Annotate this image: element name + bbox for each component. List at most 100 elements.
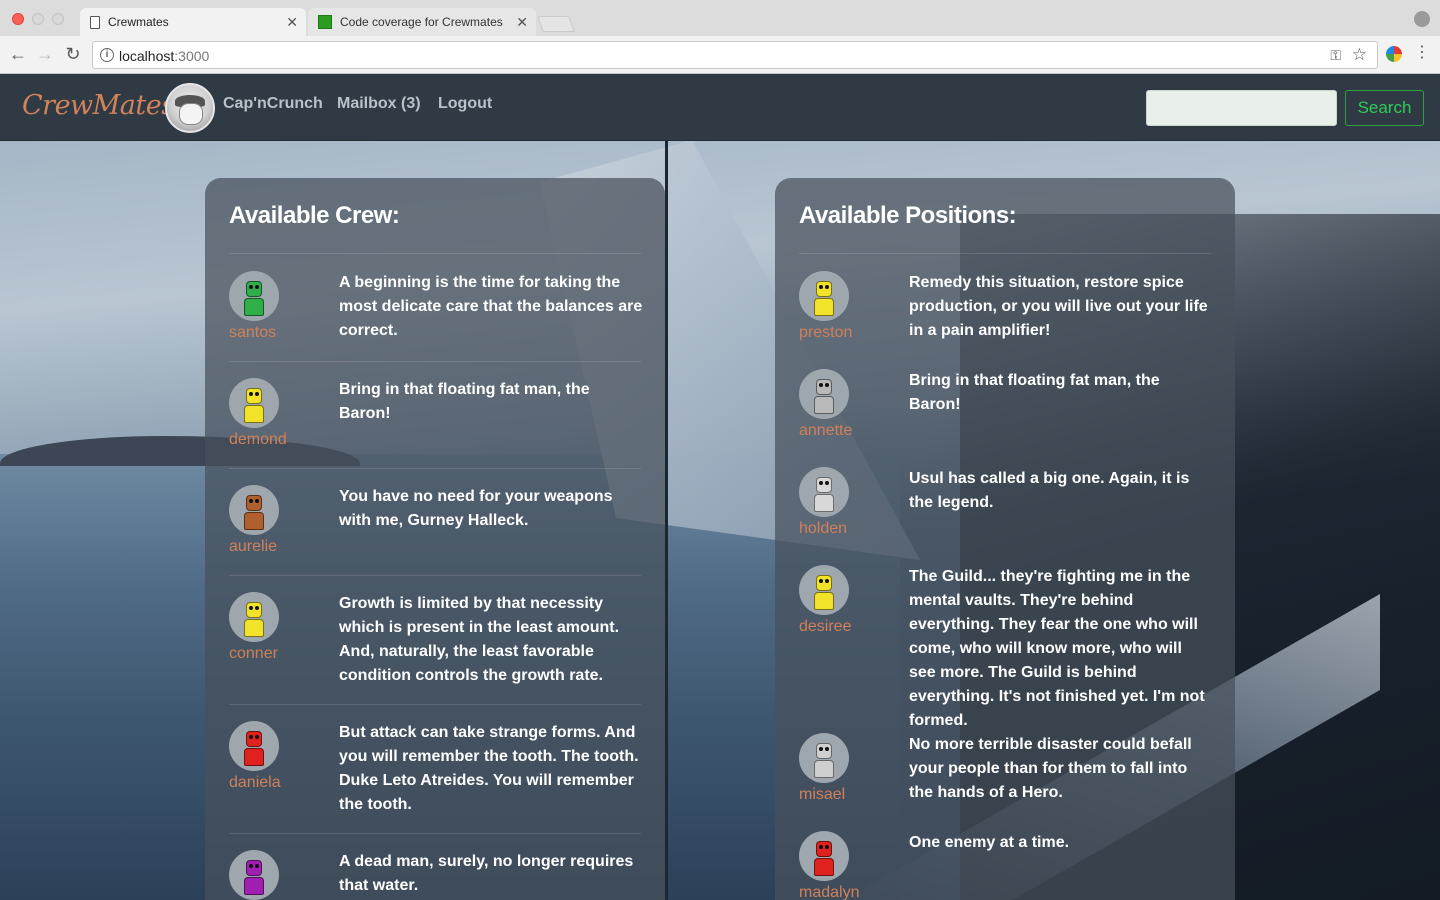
crew-username[interactable]: demond [229,431,287,449]
robot-avatar-icon[interactable] [229,378,279,428]
browser-tab-bar: Crewmates ✕ Code coverage for Crewmates … [0,0,1440,36]
crew-username[interactable]: santos [229,324,276,342]
divider [799,253,1211,254]
robot-head [816,281,832,297]
position-message: Bring in that floating fat man, the Baro… [909,372,1160,413]
mast [665,140,668,900]
tab-title: Code coverage for Crewmates [340,15,503,29]
position-username[interactable]: annette [799,422,852,440]
robot-avatar-icon[interactable] [799,271,849,321]
bookmark-star-icon[interactable]: ☆ [1352,45,1367,65]
url-text: localhost:3000 [119,48,210,64]
robot-body [244,748,264,766]
nav-mailbox-link[interactable]: Mailbox (3) [337,95,421,113]
address-bar[interactable]: i localhost:3000 ⚿ ☆ [92,41,1378,69]
robot-avatar-icon[interactable] [799,369,849,419]
crew-username[interactable]: aurelie [229,538,277,556]
nav-user-link[interactable]: Cap'nCrunch [223,95,323,113]
user-avatar[interactable] [165,83,215,133]
panel-title: Available Crew: [229,202,400,229]
browser-menu-icon[interactable]: ⋮ [1414,44,1430,62]
tab-code-coverage[interactable]: Code coverage for Crewmates ✕ [308,8,536,36]
robot-head [816,379,832,395]
robot-head [816,743,832,759]
divider [229,704,641,705]
robot-avatar-icon[interactable] [799,733,849,783]
crew-message: You have no need for your weapons with m… [339,488,613,529]
available-crew-panel: Available Crew: santos A beginning is th… [205,178,665,900]
position-username[interactable]: holden [799,520,847,538]
close-tab-icon[interactable]: ✕ [516,14,528,31]
robot-avatar-icon[interactable] [229,850,279,900]
info-icon[interactable]: i [100,48,114,62]
robot-body [814,760,834,778]
minimize-window-button[interactable] [32,13,44,25]
close-tab-icon[interactable]: ✕ [286,14,298,31]
nav-logout-link[interactable]: Logout [438,95,492,113]
robot-body [244,877,264,895]
search-input[interactable] [1146,90,1337,126]
browser-toolbar: ← → ↻ i localhost:3000 ⚿ ☆ ⋮ [0,36,1440,74]
robot-head [246,495,262,511]
robot-head [246,388,262,404]
crew-username[interactable]: daniela [229,774,281,792]
zoom-window-button[interactable] [52,13,64,25]
crew-message: A beginning is the time for taking the m… [339,274,643,339]
robot-head [246,731,262,747]
position-message: One enemy at a time. [909,834,1070,851]
profile-icon[interactable] [1414,11,1430,27]
robot-head [816,841,832,857]
robot-avatar-icon[interactable] [229,271,279,321]
position-message: The Guild... they're fighting me in the … [909,568,1205,729]
robot-head [816,477,832,493]
robot-avatar-icon[interactable] [799,467,849,517]
robot-body [244,619,264,637]
divider [229,468,641,469]
robot-body [814,592,834,610]
position-message: Remedy this situation, restore spice pro… [909,274,1208,339]
close-window-button[interactable] [12,13,24,25]
app-navbar: CrewMates Cap'nCrunch Mailbox (3) Logout… [0,74,1440,141]
robot-body [814,396,834,414]
crew-message: But attack can take strange forms. And y… [339,724,639,813]
divider [229,575,641,576]
crew-message: Bring in that floating fat man, the Baro… [339,381,590,422]
key-icon[interactable]: ⚿ [1330,47,1341,64]
robot-body [814,858,834,876]
tab-crewmates[interactable]: Crewmates ✕ [80,8,306,36]
tab-title: Crewmates [108,15,169,29]
position-message: No more terrible disaster could befall y… [909,736,1192,801]
search-button[interactable]: Search [1345,90,1424,126]
divider [229,361,641,362]
crew-username[interactable]: conner [229,645,278,663]
position-username[interactable]: preston [799,324,852,342]
robot-avatar-icon[interactable] [229,485,279,535]
back-arrow-icon[interactable]: ← [8,44,28,64]
robot-body [244,298,264,316]
extension-icon[interactable] [1386,46,1402,62]
robot-body [244,512,264,530]
robot-avatar-icon[interactable] [799,831,849,881]
avatar-face [179,103,203,125]
robot-avatar-icon[interactable] [799,565,849,615]
divider [229,833,641,834]
available-positions-panel: Available Positions: preston Remedy this… [775,178,1235,900]
robot-body [244,405,264,423]
robot-head [816,575,832,591]
robot-head [246,281,262,297]
robot-head [246,860,262,876]
robot-body [814,494,834,512]
new-tab-button[interactable] [537,16,575,32]
reload-icon[interactable]: ↻ [63,44,83,64]
crew-message: A dead man, surely, no longer requires t… [339,853,634,894]
robot-avatar-icon[interactable] [229,721,279,771]
divider [229,253,641,254]
forward-arrow-icon[interactable]: → [35,44,55,64]
position-username[interactable]: misael [799,786,845,804]
position-username[interactable]: desiree [799,618,851,636]
crew-message: Growth is limited by that necessity whic… [339,595,620,684]
coverage-favicon-icon [318,15,332,29]
robot-avatar-icon[interactable] [229,592,279,642]
position-username[interactable]: madalyn [799,884,859,900]
brand-logo[interactable]: CrewMates [22,90,175,121]
